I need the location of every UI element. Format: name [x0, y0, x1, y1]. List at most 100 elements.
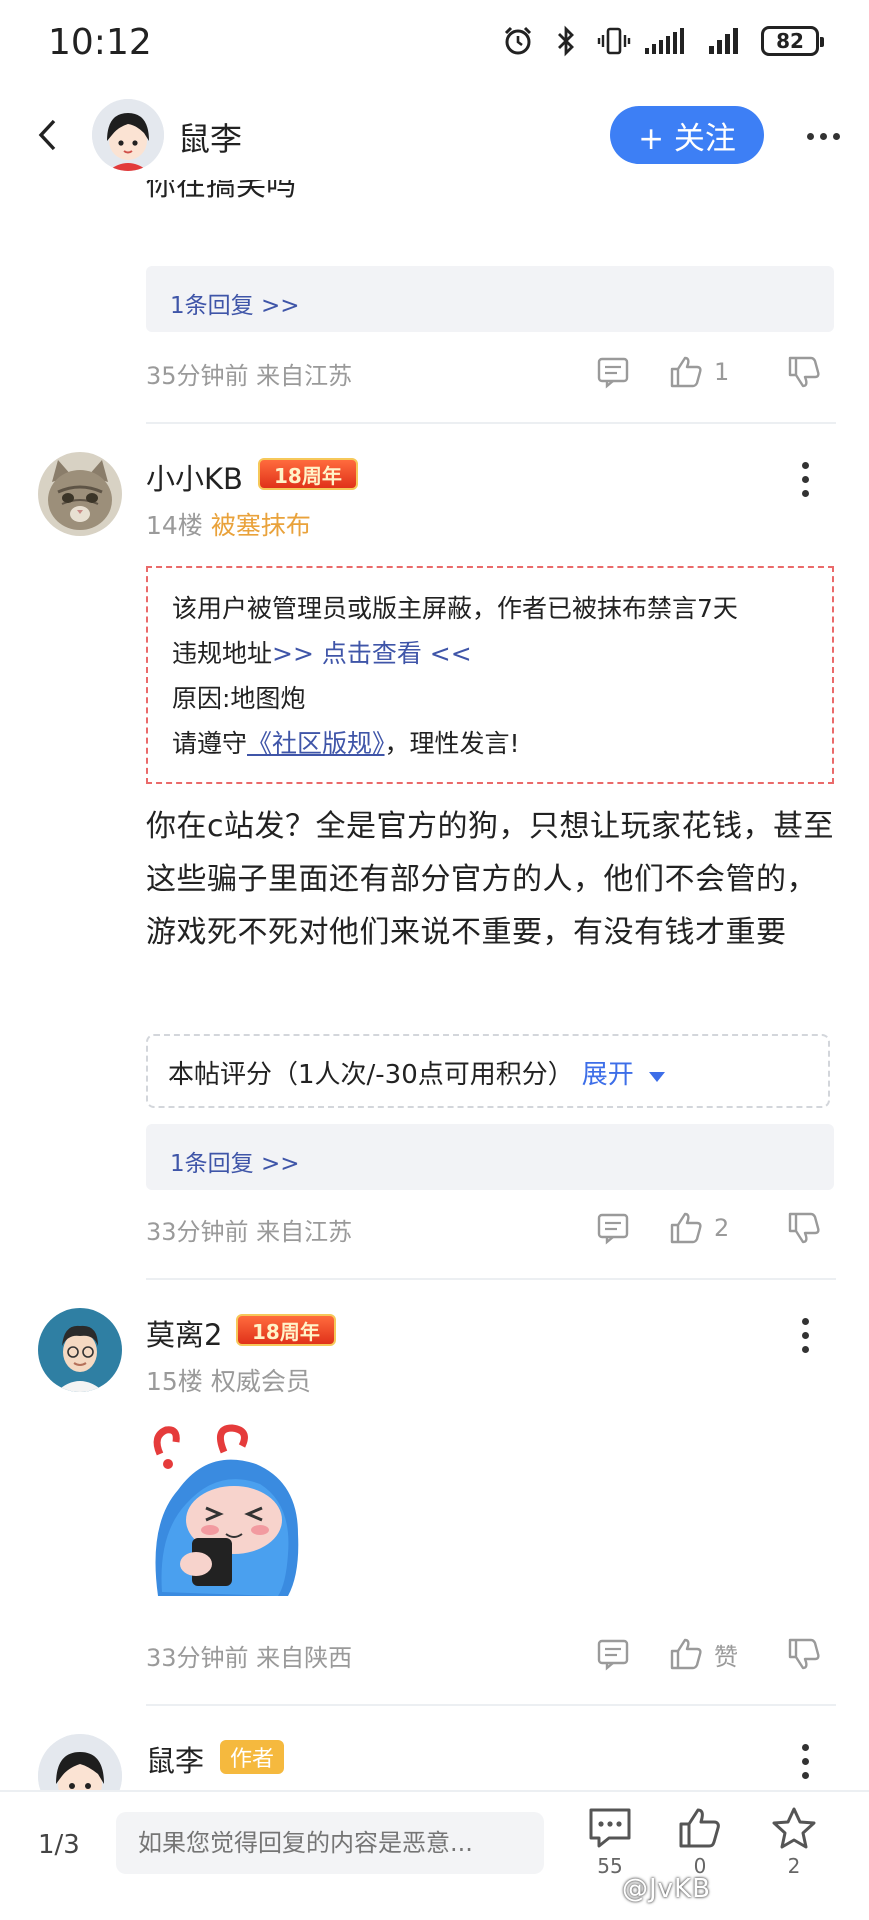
notice-text: ，理性发言!: [384, 729, 520, 758]
comment-button[interactable]: [596, 350, 630, 394]
avatar[interactable]: [38, 452, 122, 536]
expand-label: 展开: [581, 1060, 634, 1090]
post-body: 你在c站发？全是官方的狗，只想让玩家花钱，甚至这些骗子里面还有部分官方的人，他们…: [146, 809, 834, 950]
cat-avatar-icon: [38, 452, 122, 536]
caret-down-icon: [649, 1072, 666, 1082]
violation-link[interactable]: >> 点击查看 <<: [272, 639, 472, 668]
vibrate-icon: [597, 24, 631, 58]
badge-label: 18周年: [252, 1319, 320, 1344]
battery-indicator: 82: [761, 26, 824, 56]
moderation-notice: 该用户被管理员或版主屏蔽，作者已被抹布禁言7天 违规地址>> 点击查看 << 原…: [146, 566, 834, 784]
like-button[interactable]: 1: [668, 350, 729, 394]
signal-icon: [709, 24, 747, 58]
like-label: 赞: [714, 1642, 738, 1671]
sticker-image[interactable]: [148, 1424, 306, 1596]
post-author-name[interactable]: 小小KB: [146, 456, 243, 498]
reply-input[interactable]: [116, 1812, 544, 1874]
post-author-name[interactable]: 鼠李: [146, 1738, 204, 1780]
comment-button[interactable]: [596, 1632, 630, 1676]
comment-icon: [597, 1213, 629, 1245]
reply-link[interactable]: 1条回复 >>: [146, 266, 834, 332]
back-button[interactable]: [22, 110, 72, 160]
notice-text: 请遵守: [172, 729, 248, 758]
dislike-button[interactable]: [786, 1206, 822, 1250]
thumbs-up-icon: [670, 356, 702, 388]
star-icon: [772, 1807, 816, 1849]
post-meta: 35分钟前 来自江苏: [146, 362, 353, 390]
member-tag: 权威会员: [210, 1367, 311, 1396]
notice-line: 原因:地图炮: [172, 684, 306, 713]
thumbs-up-icon: [679, 1808, 720, 1848]
favorites-count: 2: [787, 1854, 801, 1878]
floor-info: 15楼 权威会员: [146, 1362, 311, 1398]
badge-label: 18周年: [274, 463, 342, 488]
dislike-button[interactable]: [786, 350, 822, 394]
thumbs-up-icon: [670, 1212, 702, 1244]
post-divider: [146, 1278, 836, 1280]
notice-text: 违规地址: [172, 639, 273, 668]
floor-number: 14楼: [146, 511, 203, 540]
status-icons: 82: [501, 24, 824, 58]
rating-text: 本帖评分（1人次/-30点可用积分）: [168, 1060, 574, 1090]
comment-button[interactable]: [596, 1206, 630, 1250]
post-divider: [146, 422, 836, 424]
header-user-name[interactable]: 鼠李: [178, 114, 242, 160]
notice-line: 请遵守《社区版规》，理性发言!: [172, 721, 808, 766]
post-divider: [146, 1704, 836, 1706]
post-meta: 33分钟前 来自江苏: [146, 1218, 353, 1246]
girl-avatar-icon: [92, 99, 164, 171]
expand-button[interactable]: 展开: [582, 1060, 666, 1090]
chevron-left-icon: [38, 119, 56, 151]
post-meta: 33分钟前 来自陕西: [146, 1644, 353, 1672]
thumbs-down-icon: [788, 356, 820, 388]
post-meta-row: 33分钟前 来自陕西 赞: [146, 1632, 836, 1676]
page-indicator[interactable]: 1/3: [38, 1830, 80, 1860]
anniversary-badge: 18周年: [258, 458, 358, 490]
man-avatar-icon: [38, 1308, 122, 1392]
community-rules-link[interactable]: 《社区版规》: [247, 729, 385, 758]
header-avatar[interactable]: [92, 99, 164, 171]
signal-icon: [645, 24, 695, 58]
like-button[interactable]: 2: [668, 1206, 729, 1250]
watermark: @JvKB: [622, 1874, 711, 1904]
dislike-button[interactable]: [786, 1632, 822, 1676]
notice-line: 该用户被管理员或版主屏蔽，作者已被抹布禁言7天: [172, 594, 738, 623]
avatar[interactable]: [38, 1734, 122, 1790]
clock: 10:12: [48, 22, 152, 63]
thumbs-down-icon: [788, 1212, 820, 1244]
post-more-button[interactable]: [788, 1736, 822, 1786]
thumbs-down-icon: [788, 1638, 820, 1670]
like-count: 2: [714, 1214, 730, 1242]
like-button[interactable]: 赞: [668, 1632, 738, 1676]
top-nav: 鼠李 + 关注: [0, 90, 869, 180]
post-more-button[interactable]: [788, 454, 822, 504]
bluetooth-icon: [549, 24, 583, 58]
notice-line: 违规地址>> 点击查看 <<: [172, 631, 808, 676]
girl-avatar-icon: [38, 1734, 122, 1790]
post-meta-row: 35分钟前 来自江苏 1: [146, 350, 836, 394]
reply-link[interactable]: 1条回复 >>: [146, 1124, 834, 1190]
comment-icon: [597, 1639, 629, 1671]
more-horizontal-icon[interactable]: [795, 116, 851, 156]
thumbs-up-icon: [670, 1638, 702, 1670]
comments-count: 55: [597, 1854, 623, 1878]
anniversary-badge: 18周年: [236, 1314, 336, 1346]
alarm-icon: [501, 24, 535, 58]
follow-button[interactable]: + 关注: [610, 106, 764, 164]
status-bar: 10:12 82: [0, 0, 869, 90]
comment-icon: [597, 357, 629, 389]
avatar[interactable]: [38, 1308, 122, 1392]
floor-number: 15楼: [146, 1367, 203, 1396]
comment-icon: [589, 1808, 631, 1848]
like-count: 1: [714, 358, 730, 386]
status-tag: 被塞抹布: [210, 511, 311, 540]
favorite-button[interactable]: 2: [764, 1806, 824, 1896]
author-tag: 作者: [220, 1740, 284, 1774]
thread-content: 你在搞笑吗 1条回复 >> 35分钟前 来自江苏 1 小小KB 18周年 14楼: [0, 0, 869, 1790]
post-meta-row: 33分钟前 来自江苏 2: [146, 1206, 836, 1250]
post-more-button[interactable]: [788, 1310, 822, 1360]
bottom-bar: 1/3 55 0 2: [0, 1790, 869, 1920]
floor-info: 14楼 被塞抹布: [146, 506, 311, 542]
post-author-name[interactable]: 莫离2: [146, 1312, 222, 1354]
rating-box[interactable]: 本帖评分（1人次/-30点可用积分） 展开: [146, 1034, 830, 1108]
